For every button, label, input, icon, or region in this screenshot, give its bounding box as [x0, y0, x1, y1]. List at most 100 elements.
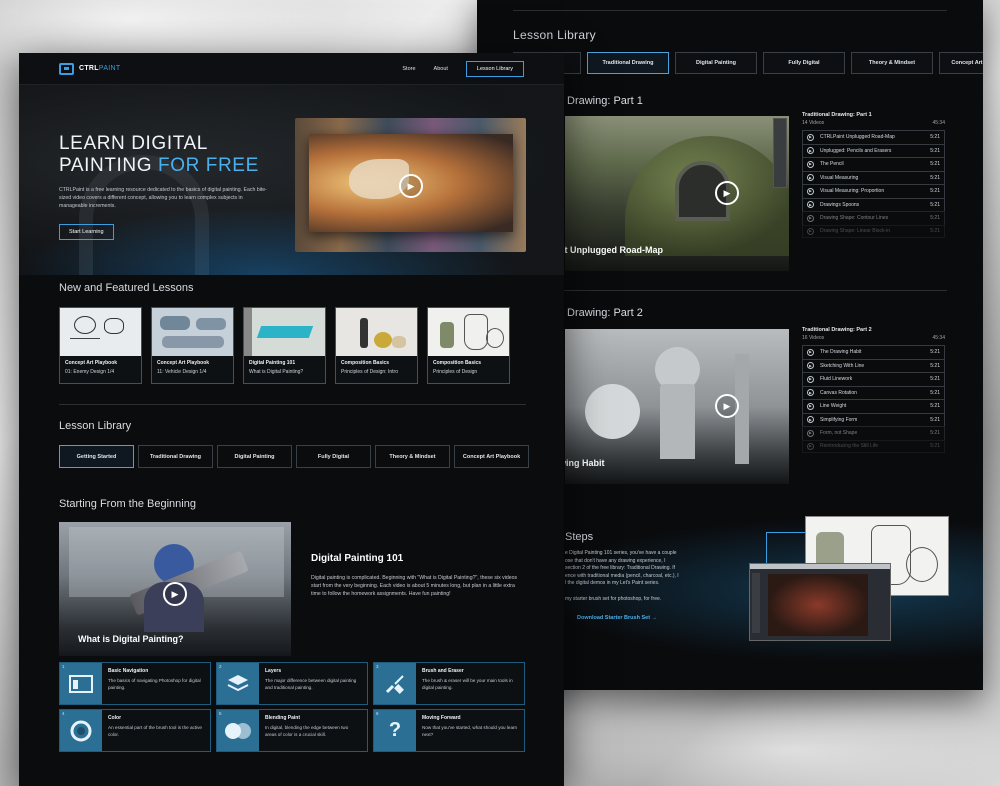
playlist-item[interactable]: ▶ Fluid Linework 5:21 [802, 372, 945, 386]
lesson-library-title: Lesson Library [59, 420, 132, 432]
logo-text-paint: PAINT [98, 65, 121, 72]
play-circle-icon: ▶ [807, 402, 814, 410]
playlist-item-time: 5:21 [930, 389, 940, 396]
photoshop-screenshot [749, 563, 891, 641]
play-circle-icon: ▶ [807, 201, 814, 209]
playlist-item[interactable]: ▶ Drawings Spoons 5:21 [802, 197, 945, 211]
playlist-item[interactable]: ▶ Visual Measuring 5:21 [802, 170, 945, 184]
playlist-item[interactable]: ▶ Form, not Shape 5:21 [802, 426, 945, 440]
tab-traditional-drawing[interactable]: Traditional Drawing [587, 52, 669, 74]
lesson-card[interactable]: Concept Art Playbook 11: Vehicle Design … [151, 307, 234, 384]
playlist-title: Traditional Drawing: Part 2 [802, 327, 872, 333]
tab-concept-art-playbook[interactable]: Concept Art Playbook [939, 52, 983, 74]
card-title: Principles of Design: Intro [341, 369, 398, 375]
hero-line-1: LEARN DIGITAL [59, 133, 208, 154]
playlist-item[interactable]: ▶ Visual Measuring: Proportion 5:21 [802, 184, 945, 198]
start-learning-button[interactable]: Start Learning [59, 224, 114, 240]
logo[interactable]: CTRLPAINT [59, 62, 121, 75]
tab-fully-digital[interactable]: Fully Digital [296, 445, 371, 468]
lesson-card[interactable]: Composition Basics Principles of Design [427, 307, 510, 384]
play-circle-icon: ▶ [807, 147, 814, 155]
tab-theory-mindset[interactable]: Theory & Mindset [375, 445, 450, 468]
playlist-item-title: The Drawing Habit [820, 349, 862, 356]
nav-store-link[interactable]: Store [402, 66, 415, 72]
tile-desc: Now that you've started, what should you… [422, 725, 518, 737]
lesson-tile[interactable]: 2 Layers The major difference between dig… [216, 662, 368, 705]
lesson-tile[interactable]: 5 Blending Paint In digital, blending the… [216, 709, 368, 752]
playlist-item-time: 5:21 [930, 201, 940, 208]
tab-fully-digital[interactable]: Fully Digital [763, 52, 845, 74]
download-brush-link[interactable]: Download Starter Brush Set → [577, 615, 657, 621]
hero-video[interactable]: ▶ [295, 118, 526, 252]
playlist: Traditional Drawing: Part 2 16 Videos 45:… [802, 327, 945, 453]
tile-title: Brush and Eraser [422, 668, 464, 674]
tab-theory-mindset[interactable]: Theory & Mindset [851, 52, 933, 74]
playlist-item-title: Unplugged: Pencils and Erasers [820, 147, 892, 154]
lesson-tile[interactable]: 4 Color An essential part of the brush to… [59, 709, 211, 752]
playlist-item[interactable]: ▶ Drawing Shape: Contour Lines 5:21 [802, 211, 945, 225]
tab-concept-art-playbook[interactable]: Concept Art Playbook [454, 445, 529, 468]
tile-desc: The brush & eraser will be your main too… [422, 678, 513, 690]
playlist-item[interactable]: ▶ Unplugged: Pencils and Erasers 5:21 [802, 143, 945, 157]
course-description: Digital painting is complicated. Beginni… [311, 575, 518, 597]
playlist-item-title: Sketching With Line [820, 362, 865, 369]
play-circle-icon: ▶ [807, 442, 814, 450]
lesson-library-button[interactable]: Lesson Library [465, 60, 524, 77]
playlist-item[interactable]: ▶ Line Weight 5:21 [802, 399, 945, 413]
card-category: Concept Art Playbook [157, 360, 210, 366]
play-icon[interactable]: ▶ [399, 174, 423, 198]
lesson-tile[interactable]: 1 Basic Navigation The basics of navigati… [59, 662, 211, 705]
navbar: CTRLPAINT Store About Lesson Library [19, 53, 564, 85]
lesson-tile[interactable]: 6 ? Moving Forward Now that you've starte… [373, 709, 525, 752]
tile-number: 2 [219, 664, 222, 669]
video-player[interactable]: ▶ wing Habit [565, 329, 789, 484]
play-icon[interactable]: ▶ [163, 582, 187, 606]
play-icon[interactable]: ▶ [715, 181, 739, 205]
playlist-item-title: Visual Measuring [820, 174, 859, 181]
playlist-item[interactable]: ▶ CTRLPaint Unplugged Road-Map 5:21 [802, 130, 945, 144]
playlist-item-title: The Pencil [820, 161, 844, 168]
tile-desc: The major difference between digital pai… [265, 678, 357, 690]
playlist-item[interactable]: ▶ Sketching With Line 5:21 [802, 358, 945, 372]
tile-desc: The basics of navigating Photoshop for d… [108, 678, 201, 690]
tile-desc: In digital, blending the edge between tw… [265, 725, 349, 737]
tile-title: Color [108, 715, 122, 721]
play-icon[interactable]: ▶ [715, 394, 739, 418]
tab-digital-painting[interactable]: Digital Painting [675, 52, 757, 74]
card-category: Composition Basics [433, 360, 482, 366]
playlist: Traditional Drawing: Part 1 14 Videos 45:… [802, 112, 945, 238]
sphere-shape [585, 384, 640, 439]
monitor-icon [59, 62, 74, 75]
playlist-item-title: Form, not Shape [820, 430, 858, 437]
tab-getting-started[interactable]: Getting Started [59, 445, 134, 468]
play-circle-icon: ▶ [807, 362, 814, 370]
divider [59, 404, 526, 405]
lesson-tile[interactable]: 3 Brush and Eraser The brush & eraser wil… [373, 662, 525, 705]
divider [513, 290, 947, 291]
tab-digital-painting[interactable]: Digital Painting [217, 445, 292, 468]
play-circle-icon: ▶ [807, 389, 814, 397]
tab-traditional-drawing[interactable]: Traditional Drawing [138, 445, 213, 468]
featured-title: New and Featured Lessons [59, 282, 194, 294]
playlist-item[interactable]: ▶ Simplifying Form 5:21 [802, 412, 945, 426]
playlist-item-title: Fluid Linework [820, 376, 853, 383]
logo-text-ctrl: CTRL [79, 65, 99, 72]
video-player[interactable]: ▶ What is Digital Painting? [59, 522, 291, 656]
nav-about-link[interactable]: About [434, 66, 448, 72]
lesson-card[interactable]: Digital Painting 101 What is Digital Pai… [243, 307, 326, 384]
pawn-body [660, 384, 695, 459]
tile-number: 3 [376, 664, 379, 669]
play-circle-icon: ▶ [807, 416, 814, 424]
lesson-card[interactable]: Concept Art Playbook 01: Enemy Design 1/… [59, 307, 142, 384]
play-circle-icon: ▶ [807, 348, 814, 356]
video-player[interactable]: ▶ nt Unplugged Road-Map [565, 116, 789, 271]
color-ring-icon [70, 720, 92, 741]
playlist-item[interactable]: ▶ Canvas Rotation 5:21 [802, 385, 945, 399]
lesson-card[interactable]: Composition Basics Principles of Design:… [335, 307, 418, 384]
layers-icon [227, 674, 249, 691]
lesson-library-title: Lesson Library [513, 28, 596, 42]
card-title: What is Digital Painting? [249, 369, 304, 375]
playlist-item[interactable]: ▶ The Pencil 5:21 [802, 157, 945, 171]
playlist-item[interactable]: ▶ The Drawing Habit 5:21 [802, 345, 945, 359]
playlist-item-title: Line Weight [820, 403, 847, 410]
